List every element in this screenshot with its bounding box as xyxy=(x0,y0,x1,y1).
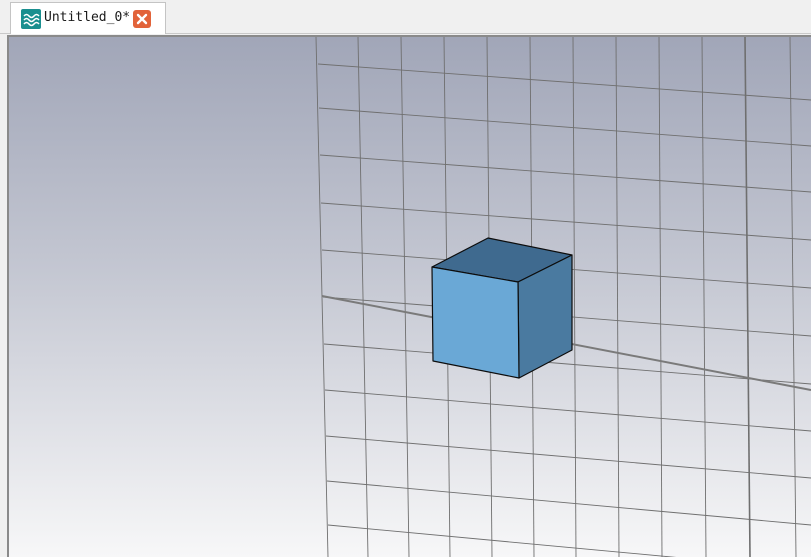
grid-line-vertical xyxy=(357,37,369,557)
grid-line-vertical xyxy=(789,37,797,557)
grid-line-vertical xyxy=(572,37,577,557)
grid-line-horizontal xyxy=(324,389,811,432)
document-tab[interactable]: Untitled_0* xyxy=(10,2,166,34)
document-tab-bar: Untitled_0* xyxy=(0,0,811,34)
viewport-scene xyxy=(315,37,811,557)
close-icon[interactable] xyxy=(133,10,151,28)
grid-line-horizontal xyxy=(317,63,811,101)
grid-line-horizontal xyxy=(327,524,677,557)
grid-line-vertical xyxy=(701,37,707,557)
grid-line-horizontal xyxy=(318,107,811,147)
grid-line-vertical xyxy=(744,37,751,557)
cube-object xyxy=(431,237,573,379)
waves-icon xyxy=(21,9,41,29)
grid-line-horizontal xyxy=(320,202,811,241)
grid-line-vertical xyxy=(658,37,663,557)
cube-front-face[interactable] xyxy=(431,266,520,379)
grid-line-horizontal xyxy=(325,435,811,479)
3d-viewport[interactable] xyxy=(7,35,811,557)
grid-line-horizontal xyxy=(326,480,811,526)
grid-line-horizontal xyxy=(319,154,811,193)
grid-line-vertical xyxy=(615,37,620,557)
document-tab-title: Untitled_0* xyxy=(44,10,131,25)
